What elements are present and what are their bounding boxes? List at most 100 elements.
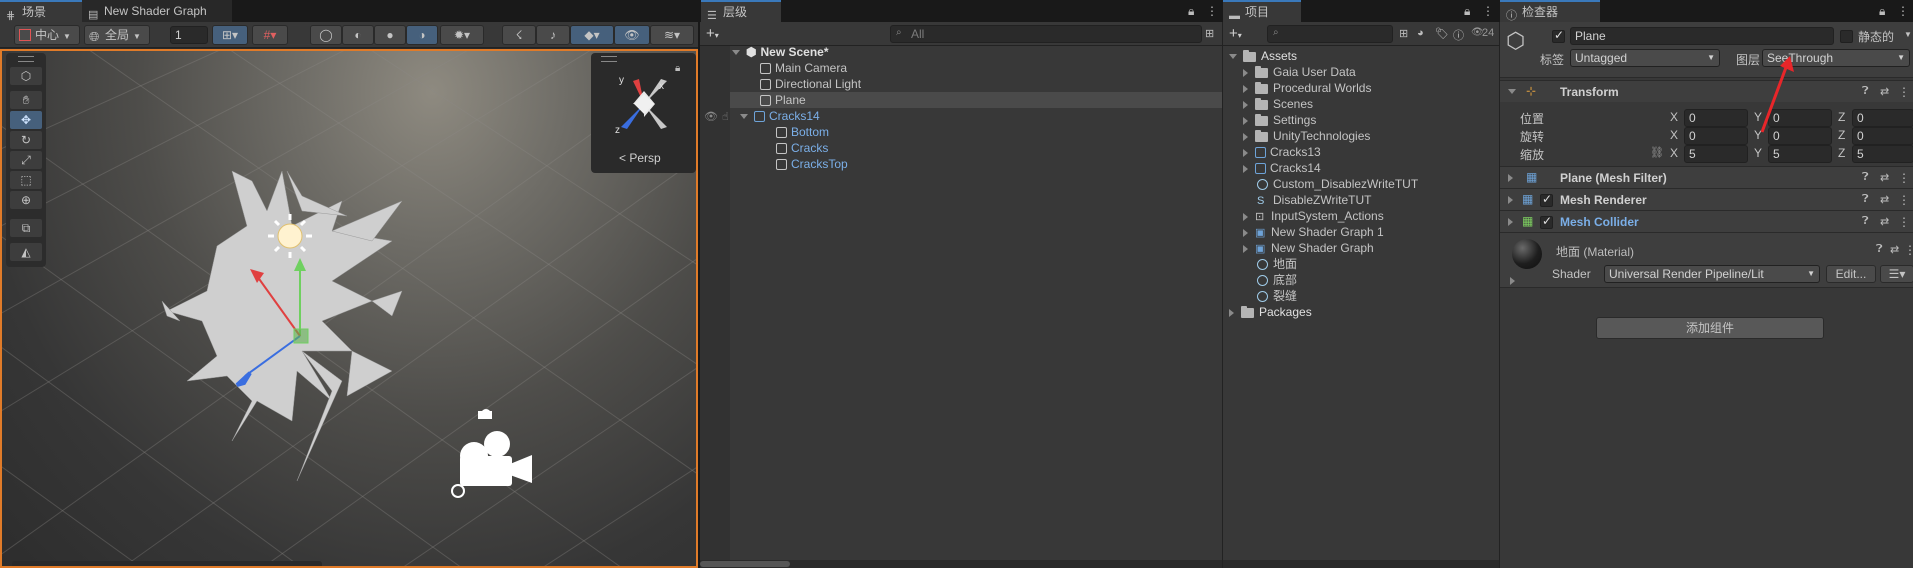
- edit-shader-button[interactable]: Edit...: [1826, 265, 1876, 283]
- static-dropdown-icon[interactable]: ▼: [1904, 30, 1912, 39]
- project-item-gaia-user-data[interactable]: Gaia User Data: [1243, 64, 1356, 80]
- space-dropdown[interactable]: 🌐︎ 全局 ▼: [84, 25, 150, 45]
- lighting-toggle[interactable]: ☇: [502, 25, 536, 45]
- mesh-collider-checkbox[interactable]: [1540, 214, 1553, 230]
- shader-dropdown[interactable]: Universal Render Pipeline/Lit ▼: [1604, 265, 1820, 283]
- lock-icon[interactable]: 🔒︎: [1188, 4, 1194, 19]
- collapse-arrow-icon[interactable]: [1243, 212, 1248, 221]
- expand-arrow-icon[interactable]: [732, 50, 740, 56]
- grid-snap-input[interactable]: 1: [170, 26, 208, 44]
- preset-icon[interactable]: ⇄: [1880, 171, 1889, 184]
- projection-toggle[interactable]: < Persp: [619, 151, 661, 165]
- snap-toggle[interactable]: ⊞▾: [212, 25, 248, 45]
- hierarchy-item-plane[interactable]: Plane: [730, 92, 1222, 108]
- help-icon[interactable]: ❓︎: [1862, 215, 1869, 228]
- orientation-gizmo[interactable]: 🔒︎ y x z < Persp: [591, 53, 696, 173]
- add-component-button[interactable]: 添加组件: [1596, 317, 1824, 339]
- shader-options-button[interactable]: ☰▾: [1880, 265, 1913, 283]
- transform-tool-button[interactable]: ⊕: [10, 191, 42, 209]
- collapse-arrow-icon[interactable]: [1243, 244, 1248, 253]
- debug-draw-dropdown[interactable]: ✹▾: [440, 25, 484, 45]
- preset-icon[interactable]: ⇄: [1880, 215, 1889, 228]
- help-icon[interactable]: ❓︎: [1862, 85, 1869, 98]
- collapse-arrow-icon[interactable]: [1243, 84, 1248, 93]
- hand-tool-button[interactable]: ✋︎: [10, 91, 42, 109]
- pivot-dropdown[interactable]: 中心 ▼: [14, 25, 80, 45]
- gameobject-large-icon[interactable]: ⬡: [1506, 28, 1532, 54]
- horizontal-scrollbar[interactable]: [700, 560, 1222, 568]
- rect-tool-button[interactable]: ⬚: [10, 171, 42, 189]
- active-checkbox[interactable]: [1552, 28, 1565, 44]
- mesh-renderer-checkbox[interactable]: [1540, 192, 1553, 208]
- collapse-arrow-icon[interactable]: [1508, 174, 1513, 182]
- view-tool-button[interactable]: ⬡: [10, 67, 42, 85]
- more-icon[interactable]: ⋮: [1898, 85, 1910, 99]
- more-icon[interactable]: ⋮: [1904, 243, 1913, 257]
- rotation-x-input[interactable]: 0: [1684, 127, 1748, 145]
- scene-viewport[interactable]: ⬡ ✋︎ ✥ ↻ ⤢ ⬚ ⊕ ⧉ ◭ 🔒︎ y x z < Persp: [0, 49, 698, 568]
- create-button[interactable]: +▾: [706, 25, 719, 42]
- palette-handle-icon[interactable]: [18, 56, 34, 62]
- audio-toggle[interactable]: ♪: [536, 25, 570, 45]
- overlay-toolbar[interactable]: [12, 561, 322, 566]
- more-icon[interactable]: ⋮: [1898, 193, 1910, 207]
- collapse-arrow-icon[interactable]: [1243, 100, 1248, 109]
- collapse-arrow-icon[interactable]: [1243, 228, 1248, 237]
- draw-mode-shaded[interactable]: ●: [374, 25, 406, 45]
- project-item-cracks13[interactable]: Cracks13: [1243, 144, 1321, 160]
- lock-icon[interactable]: 🔒︎: [1879, 4, 1885, 19]
- project-item-inputsystem-actions[interactable]: ⊡ InputSystem_Actions: [1243, 208, 1384, 224]
- preset-icon[interactable]: ⇄: [1890, 243, 1899, 256]
- collapse-arrow-icon[interactable]: [1243, 164, 1248, 173]
- object-name-input[interactable]: Plane: [1570, 27, 1834, 45]
- tab-scene[interactable]: ⋕ 场景: [0, 0, 82, 22]
- project-item-settings[interactable]: Settings: [1243, 112, 1316, 128]
- gizmo-handle-icon[interactable]: [601, 56, 617, 62]
- tab-hierarchy[interactable]: ☰ 层级: [701, 0, 781, 22]
- collapse-arrow-icon[interactable]: [1243, 132, 1248, 141]
- search-options-icon[interactable]: ⊞: [1205, 27, 1214, 40]
- mesh-filter-header[interactable]: ▦ Plane (Mesh Filter) ❓︎ ⇄ ⋮: [1500, 166, 1913, 188]
- project-search-input[interactable]: [1267, 25, 1393, 43]
- project-item-material-cracks[interactable]: 裂缝: [1257, 288, 1297, 304]
- hierarchy-search-input[interactable]: All: [890, 25, 1202, 43]
- label-icon[interactable]: 🏷︎: [1435, 27, 1449, 40]
- draw-mode-shaded-wire[interactable]: ◐: [342, 25, 374, 45]
- expand-arrow-icon[interactable]: [740, 114, 749, 120]
- static-checkbox[interactable]: [1840, 29, 1853, 44]
- search-filter-icon[interactable]: ⊞: [1399, 27, 1408, 40]
- scale-tool-button[interactable]: ⤢: [10, 151, 42, 169]
- project-item-material-ground[interactable]: 地面: [1257, 256, 1297, 272]
- move-tool-button[interactable]: ✥: [10, 111, 42, 129]
- collapse-arrow-icon[interactable]: [1508, 218, 1513, 226]
- filter-type-icon[interactable]: ◕: [1417, 27, 1424, 39]
- tab-shader-graph[interactable]: ▤ New Shader Graph: [82, 0, 232, 22]
- collapse-arrow-icon[interactable]: [1508, 196, 1513, 204]
- help-icon[interactable]: ❓︎: [1862, 171, 1869, 184]
- collapse-arrow-icon[interactable]: [1229, 308, 1234, 317]
- tag-dropdown[interactable]: Untagged ▼: [1570, 49, 1720, 67]
- visibility-toggle[interactable]: 👁︎: [614, 25, 650, 45]
- grid-toggle[interactable]: #▾: [252, 25, 288, 45]
- scale-y-input[interactable]: 5: [1768, 145, 1832, 163]
- hierarchy-item-main-camera[interactable]: Main Camera: [760, 60, 847, 76]
- hidden-packages-icon[interactable]: ⓘ: [1453, 27, 1464, 43]
- rotation-z-input[interactable]: 0: [1852, 127, 1913, 145]
- custom-tool-button[interactable]: ⧉: [10, 219, 42, 237]
- scrollbar-thumb[interactable]: [700, 561, 790, 567]
- project-item-disablezwrite[interactable]: S DisableZWriteTUT: [1257, 192, 1371, 208]
- collapse-arrow-icon[interactable]: [1243, 116, 1248, 125]
- collapse-arrow-icon[interactable]: [1243, 68, 1248, 77]
- preset-icon[interactable]: ⇄: [1880, 85, 1889, 98]
- more-icon[interactable]: ⋮: [1206, 4, 1218, 18]
- link-icon[interactable]: ⛓︎: [1650, 146, 1664, 159]
- rotate-tool-button[interactable]: ↻: [10, 131, 42, 149]
- scene-root[interactable]: ⬢ New Scene*: [732, 44, 829, 60]
- help-icon[interactable]: ❓︎: [1876, 243, 1883, 256]
- transform-header[interactable]: ⊹ Transform ❓︎ ⇄ ⋮: [1500, 80, 1913, 102]
- material-preview-icon[interactable]: [1512, 239, 1542, 269]
- project-root-packages[interactable]: Packages: [1229, 304, 1312, 320]
- project-item-procedural-worlds[interactable]: Procedural Worlds: [1243, 80, 1371, 96]
- collapse-arrow-icon[interactable]: [1510, 277, 1515, 285]
- position-z-input[interactable]: 0: [1852, 109, 1913, 127]
